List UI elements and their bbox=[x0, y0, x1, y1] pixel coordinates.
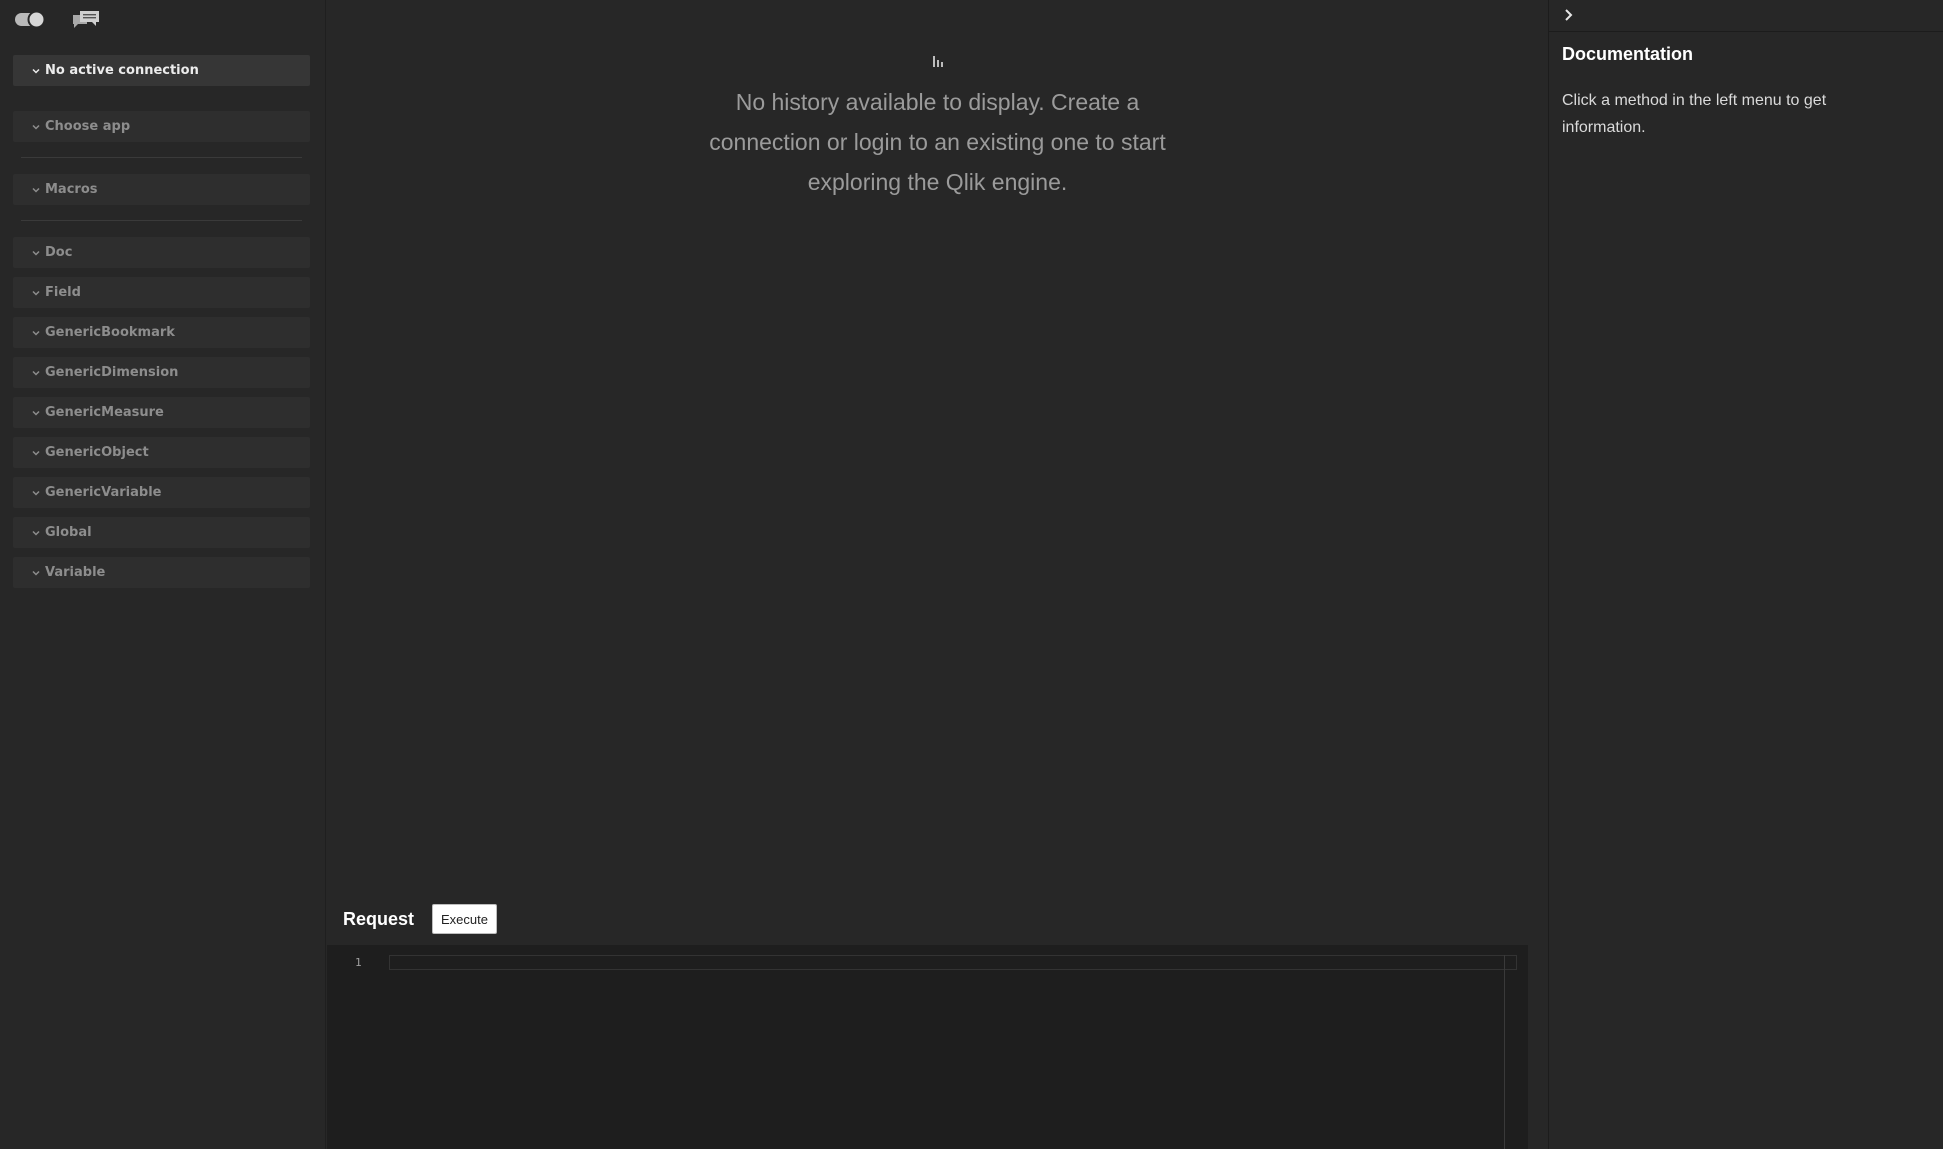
chevron-right-icon[interactable] bbox=[1561, 6, 1577, 24]
chevron-down-icon bbox=[31, 368, 41, 378]
class-item-genericobject[interactable]: GenericObject bbox=[13, 437, 310, 468]
line-number: 1 bbox=[355, 956, 362, 969]
chevron-down-icon bbox=[31, 248, 41, 258]
class-item-doc[interactable]: Doc bbox=[13, 237, 310, 268]
chevron-down-icon bbox=[31, 528, 41, 538]
class-item-label: GenericObject bbox=[45, 445, 149, 460]
history-empty-message: No history available to display. Create … bbox=[709, 89, 1166, 195]
docs-divider bbox=[1549, 31, 1943, 32]
macros-label: Macros bbox=[45, 182, 98, 197]
request-header: Request Execute bbox=[343, 903, 497, 935]
sidebar-list: No active connection Choose app Macros D… bbox=[13, 55, 310, 597]
bar-chart-icon bbox=[930, 52, 946, 68]
app-dropdown[interactable]: Choose app bbox=[13, 111, 310, 142]
docs-title: Documentation bbox=[1562, 44, 1694, 64]
comments-icon[interactable] bbox=[70, 8, 102, 30]
request-title: Request bbox=[343, 908, 415, 929]
class-item-label: Field bbox=[45, 285, 81, 300]
class-item-label: GenericMeasure bbox=[45, 405, 164, 420]
history-empty-state: No history available to display. Create … bbox=[327, 52, 1548, 202]
chevron-down-icon bbox=[31, 448, 41, 458]
sidebar-toolbar bbox=[0, 0, 326, 44]
docs-body: Click a method in the left menu to get i… bbox=[1562, 92, 1827, 136]
chevron-down-icon bbox=[31, 122, 41, 132]
class-item-label: GenericDimension bbox=[45, 365, 179, 380]
class-item-variable[interactable]: Variable bbox=[13, 557, 310, 588]
sidebar-divider bbox=[21, 220, 302, 221]
connection-toggle-icon[interactable] bbox=[14, 8, 46, 30]
class-item-field[interactable]: Field bbox=[13, 277, 310, 308]
chevron-down-icon bbox=[31, 408, 41, 418]
class-item-genericmeasure[interactable]: GenericMeasure bbox=[13, 397, 310, 428]
chevron-down-icon bbox=[31, 568, 41, 578]
class-item-label: GenericBookmark bbox=[45, 325, 175, 340]
chevron-down-icon bbox=[31, 288, 41, 298]
chevron-down-icon bbox=[31, 328, 41, 338]
class-item-label: GenericVariable bbox=[45, 485, 162, 500]
sidebar-divider bbox=[21, 157, 302, 158]
class-item-genericvariable[interactable]: GenericVariable bbox=[13, 477, 310, 508]
connection-label: No active connection bbox=[45, 63, 199, 78]
chevron-down-icon bbox=[31, 66, 41, 76]
macros-section[interactable]: Macros bbox=[13, 174, 310, 205]
class-item-label: Global bbox=[45, 525, 92, 540]
connection-dropdown[interactable]: No active connection bbox=[13, 55, 310, 86]
chevron-down-icon bbox=[31, 185, 41, 195]
class-item-global[interactable]: Global bbox=[13, 517, 310, 548]
chevron-down-icon bbox=[31, 488, 41, 498]
app-label: Choose app bbox=[45, 119, 131, 134]
execute-button[interactable]: Execute bbox=[432, 904, 497, 934]
class-item-genericdimension[interactable]: GenericDimension bbox=[13, 357, 310, 388]
documentation-panel: Documentation Click a method in the left… bbox=[1548, 0, 1943, 1149]
editor-scrollbar[interactable] bbox=[1504, 955, 1505, 1149]
main-panel: No history available to display. Create … bbox=[327, 0, 1548, 1149]
class-item-label: Variable bbox=[45, 565, 106, 580]
editor-current-line[interactable] bbox=[389, 955, 1517, 970]
class-item-genericbookmark[interactable]: GenericBookmark bbox=[13, 317, 310, 348]
class-item-label: Doc bbox=[45, 245, 73, 260]
app-root: No active connection Choose app Macros D… bbox=[0, 0, 1943, 1149]
sidebar: No active connection Choose app Macros D… bbox=[0, 0, 326, 1149]
request-editor[interactable]: 1 bbox=[327, 945, 1528, 1149]
